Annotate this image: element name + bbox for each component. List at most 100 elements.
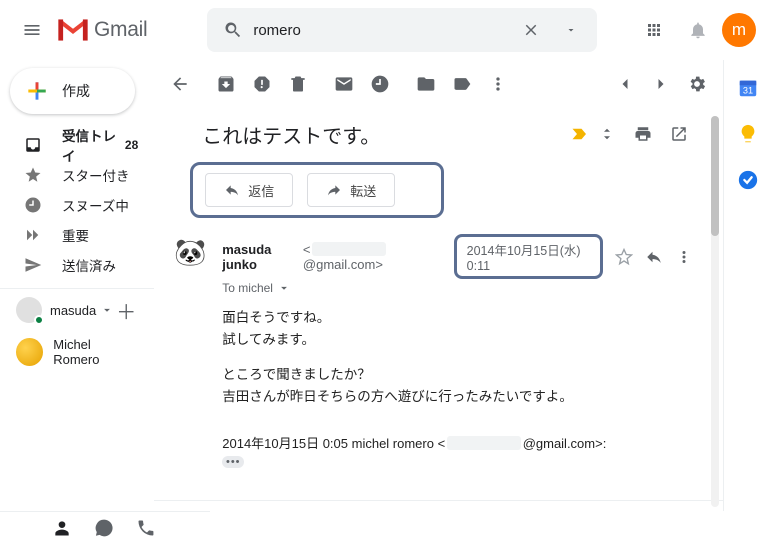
message-toolbar xyxy=(154,60,723,108)
star-message-icon[interactable] xyxy=(609,242,639,272)
scrollbar[interactable] xyxy=(711,116,719,507)
topbar: Gmail m xyxy=(0,0,768,60)
send-icon xyxy=(24,256,46,274)
nav-sent[interactable]: 送信済み xyxy=(0,250,154,280)
chevron-down-icon xyxy=(277,281,291,295)
snooze-icon[interactable] xyxy=(362,66,398,102)
presence-dot-icon xyxy=(34,315,44,325)
gmail-m-icon xyxy=(58,19,88,41)
hangouts-new-conversation-icon[interactable]: ＋ xyxy=(114,298,138,322)
message-2-collapsed[interactable]: michel romero 2014年10月15日(水) 0:05 「Triml… xyxy=(154,500,723,511)
nav-snoozed[interactable]: スヌーズ中 xyxy=(0,190,154,220)
sender-avatar[interactable] xyxy=(172,234,208,270)
quoted-header: 2014年10月15日 0:05 michel romero <xxxxxxx@… xyxy=(222,433,699,452)
svg-text:31: 31 xyxy=(742,86,752,96)
nav-label: 重要 xyxy=(62,225,138,245)
forward-label: 転送 xyxy=(350,181,376,200)
reply-label: 返信 xyxy=(248,181,274,200)
scrollbar-thumb[interactable] xyxy=(711,116,719,236)
expand-icon[interactable] xyxy=(589,116,625,152)
subject-actions xyxy=(589,116,697,152)
contact-name: Michel Romero xyxy=(53,337,138,367)
labels-icon[interactable] xyxy=(444,66,480,102)
inbox-icon xyxy=(24,136,46,154)
clock-icon xyxy=(24,196,46,214)
search-input[interactable] xyxy=(253,22,511,39)
account-avatar[interactable]: m xyxy=(722,13,756,47)
side-panel: 31 xyxy=(723,60,768,511)
move-to-icon[interactable] xyxy=(408,66,444,102)
calendar-addon-icon[interactable]: 31 xyxy=(732,72,764,104)
toggle-quote-icon[interactable]: ••• xyxy=(222,456,244,468)
archive-icon[interactable] xyxy=(208,66,244,102)
back-icon[interactable] xyxy=(162,66,198,102)
hangouts-people-icon[interactable] xyxy=(48,514,76,542)
hangouts-contact[interactable]: Michel Romero xyxy=(0,331,154,373)
star-icon xyxy=(24,166,46,184)
notifications-icon[interactable] xyxy=(678,10,718,50)
gmail-logo-text: Gmail xyxy=(94,18,147,42)
to-line[interactable]: To michel xyxy=(222,281,699,295)
apps-grid-icon[interactable] xyxy=(634,10,674,50)
search-options-dropdown-icon[interactable] xyxy=(551,10,591,50)
search-box[interactable] xyxy=(207,8,597,52)
nav-label: スヌーズ中 xyxy=(62,195,138,215)
nav: 受信トレイ 28 スター付き スヌーズ中 重要 送信済み xyxy=(0,130,154,280)
sidebar: 作成 受信トレイ 28 スター付き スヌーズ中 重要 送信済み xyxy=(0,60,154,511)
delete-icon[interactable] xyxy=(280,66,316,102)
message-body: 面白そうですね。試してみます。 ところで聞きましたか？吉田さんが昨日そちらの方へ… xyxy=(222,307,699,407)
chevrons-icon xyxy=(24,226,46,244)
message-date: 2014年10月15日(水) 0:11 xyxy=(454,234,603,279)
chevron-down-icon xyxy=(100,303,114,317)
plus-icon xyxy=(24,78,50,104)
hangouts-header: masuda ＋ xyxy=(0,288,154,331)
nav-inbox[interactable]: 受信トレイ 28 xyxy=(0,130,154,160)
older-icon[interactable] xyxy=(643,66,679,102)
message-1: masuda junko <xxxxxxx@gmail.com> 2014年10… xyxy=(154,222,723,474)
reply-forward-bar: 返信 転送 xyxy=(190,162,444,218)
print-icon[interactable] xyxy=(625,116,661,152)
hangouts-current-user[interactable]: masuda xyxy=(16,297,114,323)
spam-icon[interactable] xyxy=(244,66,280,102)
importance-marker-icon[interactable] xyxy=(571,127,589,141)
open-new-window-icon[interactable] xyxy=(661,116,697,152)
settings-gear-icon[interactable] xyxy=(679,66,715,102)
nav-important[interactable]: 重要 xyxy=(0,220,154,250)
thread-subject: これはテストです。 xyxy=(202,120,563,149)
reply-button[interactable]: 返信 xyxy=(205,173,293,207)
forward-button[interactable]: 転送 xyxy=(307,173,395,207)
more-icon[interactable] xyxy=(480,66,516,102)
topbar-right-icons: m xyxy=(634,10,756,50)
keep-addon-icon[interactable] xyxy=(732,118,764,150)
newer-icon[interactable] xyxy=(607,66,643,102)
compose-label: 作成 xyxy=(62,81,90,101)
gmail-logo[interactable]: Gmail xyxy=(52,18,147,42)
mark-unread-icon[interactable] xyxy=(326,66,362,102)
subject-row: これはテストです。 xyxy=(154,108,723,158)
message-header: masuda junko <xxxxxxx@gmail.com> 2014年10… xyxy=(222,234,699,279)
nav-starred[interactable]: スター付き xyxy=(0,160,154,190)
contact-avatar xyxy=(16,338,43,366)
tasks-addon-icon[interactable] xyxy=(732,164,764,196)
reply-icon xyxy=(224,182,240,198)
nav-label: 送信済み xyxy=(62,255,138,275)
sender-address: <xxxxxxx@gmail.com> xyxy=(303,242,448,272)
nav-label: 受信トレイ xyxy=(62,125,125,165)
hamburger-menu-icon[interactable] xyxy=(12,10,52,50)
clear-search-icon[interactable] xyxy=(511,10,551,50)
content: これはテストです。 返信 転送 xyxy=(154,60,723,511)
hangouts-phone-icon[interactable] xyxy=(132,514,160,542)
hangouts-tabs xyxy=(0,511,210,543)
hangouts-chat-icon[interactable] xyxy=(90,514,118,542)
more-message-icon[interactable] xyxy=(669,242,699,272)
reply-icon[interactable] xyxy=(639,242,669,272)
search-icon[interactable] xyxy=(213,10,253,50)
hangouts-avatar xyxy=(16,297,42,323)
nav-count: 28 xyxy=(125,138,138,152)
nav-label: スター付き xyxy=(62,165,138,185)
hangouts-username: masuda xyxy=(50,303,96,318)
sender-name: masuda junko xyxy=(222,242,299,272)
compose-button[interactable]: 作成 xyxy=(10,68,135,114)
content-wrap: これはテストです。 返信 転送 xyxy=(154,60,768,511)
avatar-initial: m xyxy=(732,20,746,40)
